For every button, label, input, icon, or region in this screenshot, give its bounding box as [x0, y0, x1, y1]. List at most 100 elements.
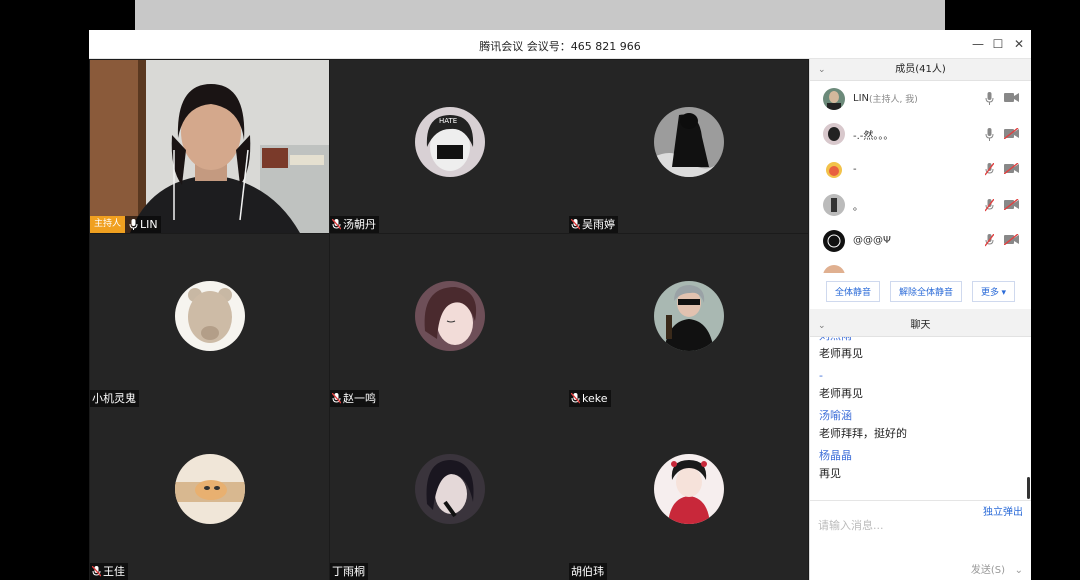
video-tile-participant[interactable]: HATE 汤朝丹: [330, 60, 569, 233]
maximize-button[interactable]: ☐: [991, 36, 1005, 52]
chat-panel-title: 聊天: [910, 320, 931, 331]
member-item[interactable]: @@@Ψ: [810, 223, 1031, 259]
camera-off-icon[interactable]: [1004, 127, 1019, 139]
member-avatar: [823, 87, 845, 110]
mic-muted-icon: [571, 393, 580, 404]
chat-messages: 刘燕雨 老师再见 - 老师再见 汤喻涵 老师拜拜，挺好的 杨晶晶 再见: [810, 337, 1031, 500]
mic-muted-icon[interactable]: [985, 234, 994, 247]
close-button[interactable]: ✕: [1012, 36, 1026, 52]
tile-name-bar: 王佳: [90, 563, 128, 580]
mic-muted-icon[interactable]: [985, 163, 994, 176]
member-name: LIN: [853, 93, 870, 105]
chat-scrollbar[interactable]: [1027, 477, 1030, 499]
participant-name: 丁雨桐: [332, 565, 365, 578]
host-badge: 主持人: [90, 216, 126, 233]
participant-name: 汤朝丹: [343, 218, 376, 231]
participant-avatar: [653, 280, 724, 351]
chevron-down-icon[interactable]: ⌄: [818, 315, 826, 337]
chat-message: 再见: [819, 467, 841, 480]
participant-name: 吴雨婷: [582, 218, 615, 231]
window-title: 腾讯会议 会议号：465 821 966: [479, 40, 641, 53]
unmute-all-button[interactable]: 解除全体静音: [889, 280, 962, 302]
chat-message: 老师再见: [819, 347, 863, 360]
participant-avatar: [414, 453, 485, 524]
video-tile-participant[interactable]: keke: [569, 234, 808, 407]
members-panel-title: 成员(41人): [895, 64, 946, 75]
video-tile-participant[interactable]: 丁雨桐: [330, 407, 569, 580]
participant-avatar: [174, 453, 245, 524]
video-tile-participant[interactable]: 王佳: [90, 407, 329, 580]
participant-avatar: [653, 106, 724, 177]
chat-input[interactable]: 请输入消息...: [818, 517, 884, 533]
member-item[interactable]: LIN (主持人, 我): [810, 81, 1031, 117]
tile-name-bar: 汤朝丹: [330, 216, 379, 233]
mic-muted-icon: [571, 219, 580, 230]
chevron-down-icon[interactable]: ⌄: [818, 59, 826, 81]
tile-name-bar: 胡伯玮: [569, 563, 607, 580]
member-list: LIN (主持人, 我) -.-然。。。 - 。 @@@Ψ: [810, 81, 1031, 273]
minimize-button[interactable]: —: [971, 36, 985, 52]
member-avatar: [823, 265, 845, 273]
member-avatar: [823, 229, 845, 252]
mic-on-icon: [129, 219, 138, 230]
camera-off-icon[interactable]: [1004, 163, 1019, 174]
participant-name: 小机灵鬼: [92, 392, 136, 405]
chat-sender: 杨晶晶: [819, 449, 852, 462]
mic-muted-icon: [92, 566, 101, 577]
participant-avatar: [653, 453, 724, 524]
right-sidebar: ⌄ 成员(41人) LIN (主持人, 我) -.-然。。。 - 。 @@@Ψ …: [809, 59, 1031, 580]
participant-avatar: [174, 280, 245, 351]
camera-icon[interactable]: [1004, 92, 1019, 103]
video-tile-participant[interactable]: 赵一鸣: [330, 234, 569, 407]
camera-off-icon[interactable]: [1004, 198, 1019, 210]
member-role-note: (主持人, 我): [869, 95, 918, 106]
member-actions: 全体静音 解除全体静音 更多 ▾: [810, 273, 1031, 315]
member-avatar: [823, 158, 845, 181]
mute-all-button[interactable]: 全体静音: [825, 280, 880, 302]
chat-message: 老师拜拜，挺好的: [819, 427, 907, 440]
member-item-partial[interactable]: [810, 259, 1031, 273]
mic-icon[interactable]: [985, 127, 994, 141]
member-name: 。: [853, 201, 863, 213]
more-button[interactable]: 更多 ▾: [972, 280, 1016, 302]
tile-name-bar: 主持人 LIN: [90, 216, 161, 233]
meeting-window: 腾讯会议 会议号：465 821 966 — ☐ ✕ 主持人 LIN HATE …: [89, 30, 1031, 580]
tile-name-bar: 吴雨婷: [569, 216, 618, 233]
chat-sender: 刘燕雨: [810, 337, 1031, 345]
video-tile-lin[interactable]: 主持人 LIN: [90, 60, 329, 233]
member-item[interactable]: -.-然。。。: [810, 117, 1031, 153]
tile-name-bar: keke: [569, 390, 611, 407]
members-panel-header[interactable]: ⌄ 成员(41人): [810, 59, 1031, 81]
participant-name: 王佳: [103, 565, 125, 578]
participant-avatar: HATE: [414, 106, 485, 177]
chat-panel-header[interactable]: ⌄ 聊天: [810, 315, 1031, 337]
mic-muted-icon: [332, 219, 341, 230]
send-options-icon[interactable]: ⌄: [1015, 565, 1023, 576]
member-item[interactable]: 。: [810, 188, 1031, 224]
send-button[interactable]: 发送(S): [971, 561, 1005, 576]
video-tile-participant[interactable]: 小机灵鬼: [90, 234, 329, 407]
chat-sender: 汤喻涵: [819, 409, 852, 422]
member-item[interactable]: -: [810, 152, 1031, 188]
member-name: -: [853, 164, 857, 176]
member-avatar: [823, 123, 845, 146]
camera-off-icon[interactable]: [1004, 234, 1019, 245]
title-bar: 腾讯会议 会议号：465 821 966 — ☐ ✕: [89, 30, 1031, 59]
video-tile-participant[interactable]: 胡伯玮: [569, 407, 808, 580]
tile-name-bar: 小机灵鬼: [90, 390, 139, 407]
popout-chat-link[interactable]: 独立弹出: [983, 503, 1023, 518]
mic-muted-icon[interactable]: [985, 198, 994, 212]
chat-input-area: 独立弹出 请输入消息... 发送(S) ⌄: [810, 500, 1031, 580]
participant-name: LIN: [140, 218, 158, 231]
video-tile-participant[interactable]: 吴雨婷: [569, 60, 808, 233]
participant-avatar: [414, 280, 485, 351]
participant-name: 胡伯玮: [571, 565, 604, 578]
mic-muted-icon: [332, 393, 341, 404]
video-grid: 主持人 LIN HATE 汤朝丹 吴雨婷 小机灵鬼 赵一鸣 keke 王佳 丁雨…: [89, 59, 809, 580]
background-window-strip: [135, 0, 945, 30]
tile-name-bar: 赵一鸣: [330, 390, 379, 407]
participant-name: 赵一鸣: [343, 392, 376, 405]
participant-name: keke: [582, 392, 608, 405]
member-name: -.-然。。。: [853, 130, 894, 142]
mic-icon[interactable]: [985, 92, 994, 105]
